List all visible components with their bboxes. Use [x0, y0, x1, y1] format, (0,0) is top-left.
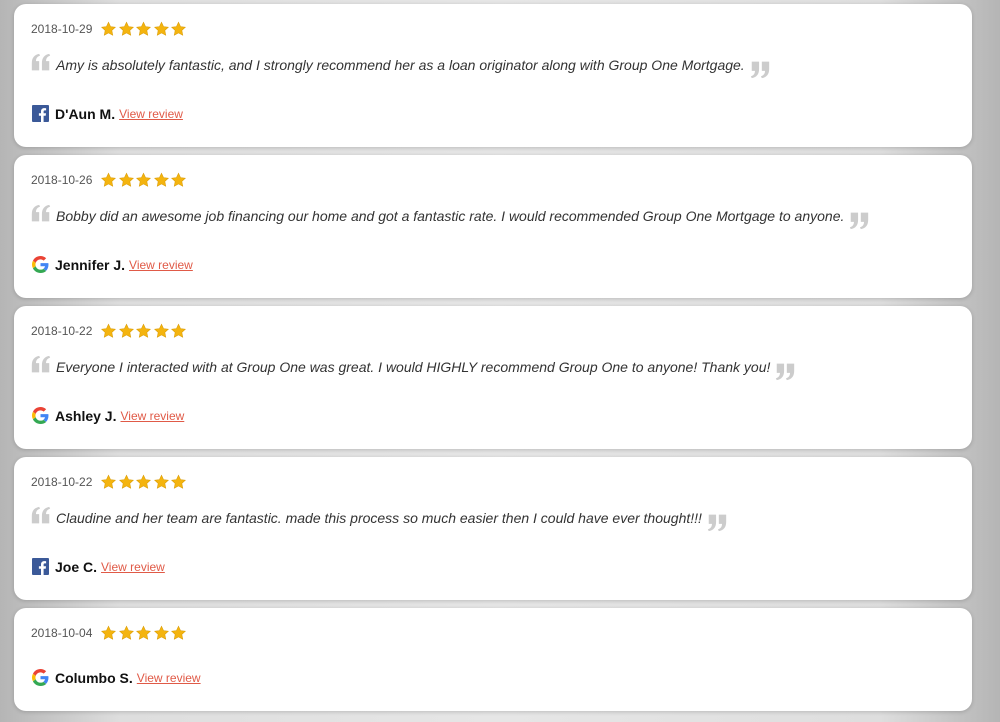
- star-icon: [135, 172, 153, 188]
- star-icon: [170, 172, 188, 188]
- review-meta: 2018-10-29: [31, 21, 188, 37]
- review-author-row: D'Aun M. View review: [32, 105, 183, 122]
- review-author: Ashley J.: [55, 407, 117, 424]
- review-date: 2018-10-26: [31, 173, 93, 187]
- review-meta: 2018-10-22: [31, 474, 188, 490]
- review-text: Claudine and her team are fantastic. mad…: [56, 510, 702, 526]
- review-card: 2018-10-26 Bobby did an awesome job fina…: [14, 155, 972, 298]
- star-icon: [118, 625, 136, 641]
- star-icon: [118, 21, 136, 37]
- star-icon: [170, 323, 188, 339]
- star-icon: [170, 21, 188, 37]
- close-quote-icon: [749, 58, 771, 80]
- star-icon: [135, 474, 153, 490]
- google-icon: [32, 669, 49, 686]
- facebook-icon: [32, 105, 49, 122]
- review-author: Jennifer J.: [55, 256, 126, 273]
- star-icon: [100, 474, 118, 490]
- review-quote: Everyone I interacted with at Group One …: [30, 355, 932, 382]
- review-meta: 2018-10-04: [31, 625, 188, 641]
- view-review-link[interactable]: View review: [120, 409, 184, 423]
- star-icon: [118, 474, 136, 490]
- star-rating: [100, 172, 188, 188]
- star-icon: [118, 323, 136, 339]
- google-icon: [32, 407, 49, 424]
- review-meta: 2018-10-22: [31, 323, 188, 339]
- facebook-icon: [32, 558, 49, 575]
- review-card: 2018-10-22 Claudine and her team are fan…: [14, 457, 972, 600]
- star-icon: [135, 21, 153, 37]
- star-rating: [100, 21, 188, 37]
- open-quote-icon: [30, 52, 52, 74]
- review-author-row: Jennifer J. View review: [32, 256, 193, 273]
- star-icon: [153, 625, 171, 641]
- review-author-row: Columbo S. View review: [32, 669, 201, 686]
- review-quote: Bobby did an awesome job financing our h…: [30, 204, 932, 231]
- review-author: D'Aun M.: [55, 105, 116, 122]
- close-quote-icon: [848, 209, 870, 231]
- star-icon: [135, 625, 153, 641]
- review-author: Joe C.: [55, 558, 98, 575]
- review-quote: Amy is absolutely fantastic, and I stron…: [30, 53, 932, 80]
- star-icon: [100, 625, 118, 641]
- open-quote-icon: [30, 203, 52, 225]
- star-icon: [170, 474, 188, 490]
- review-card: 2018-10-22 Everyone I interacted with at…: [14, 306, 972, 449]
- open-quote-icon: [30, 354, 52, 376]
- star-icon: [100, 323, 118, 339]
- star-rating: [100, 625, 188, 641]
- review-date: 2018-10-29: [31, 22, 93, 36]
- star-icon: [153, 172, 171, 188]
- star-rating: [100, 323, 188, 339]
- star-icon: [153, 323, 171, 339]
- view-review-link[interactable]: View review: [137, 671, 201, 685]
- review-text: Everyone I interacted with at Group One …: [56, 359, 771, 375]
- star-icon: [100, 172, 118, 188]
- review-card: 2018-10-04 Columbo S. View review: [14, 608, 972, 711]
- star-icon: [153, 474, 171, 490]
- review-date: 2018-10-04: [31, 626, 93, 640]
- review-author-row: Joe C. View review: [32, 558, 165, 575]
- review-date: 2018-10-22: [31, 324, 93, 338]
- star-rating: [100, 474, 188, 490]
- review-quote: Claudine and her team are fantastic. mad…: [30, 506, 932, 533]
- view-review-link[interactable]: View review: [119, 107, 183, 121]
- view-review-link[interactable]: View review: [129, 258, 193, 272]
- view-review-link[interactable]: View review: [101, 560, 165, 574]
- star-icon: [118, 172, 136, 188]
- review-author-row: Ashley J. View review: [32, 407, 184, 424]
- review-card: 2018-10-29 Amy is absolutely fantastic, …: [14, 4, 972, 147]
- star-icon: [153, 21, 171, 37]
- google-icon: [32, 256, 49, 273]
- close-quote-icon: [706, 511, 728, 533]
- review-text: Bobby did an awesome job financing our h…: [56, 208, 845, 224]
- review-date: 2018-10-22: [31, 475, 93, 489]
- open-quote-icon: [30, 505, 52, 527]
- star-icon: [100, 21, 118, 37]
- star-icon: [135, 323, 153, 339]
- review-author: Columbo S.: [55, 669, 133, 686]
- star-icon: [170, 625, 188, 641]
- review-text: Amy is absolutely fantastic, and I stron…: [56, 57, 745, 73]
- close-quote-icon: [774, 360, 796, 382]
- review-meta: 2018-10-26: [31, 172, 188, 188]
- review-list: 2018-10-29 Amy is absolutely fantastic, …: [14, 4, 972, 719]
